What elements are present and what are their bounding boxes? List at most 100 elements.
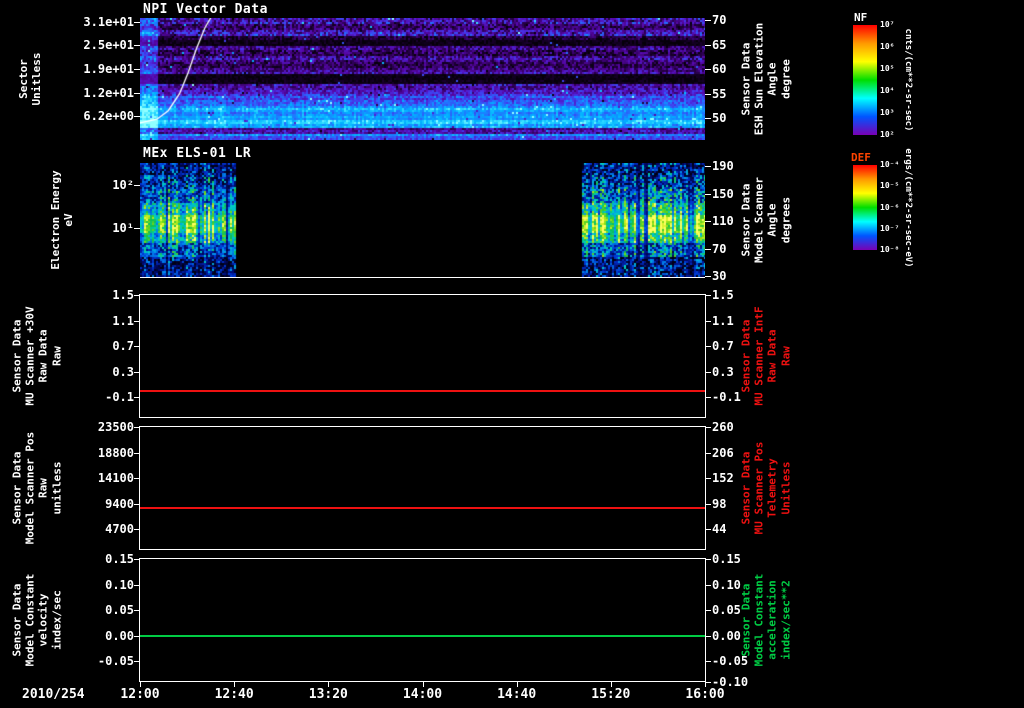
x-axis-tick-label: 14:40 [497, 687, 537, 702]
nf-colorbar-title: NF [854, 11, 868, 24]
colorbar-tick-label: 10⁵ [880, 64, 895, 73]
panel-frame [139, 558, 706, 682]
axis-tick-label: 55 [712, 86, 727, 101]
axis-tick-mark [705, 503, 711, 505]
nf-colorbar [853, 25, 877, 135]
axis-tick-label: 1.2e+01 [83, 85, 134, 100]
axis-tick-mark [134, 227, 140, 229]
axis-tick-mark [134, 529, 140, 531]
x-axis-tick-mark [611, 682, 612, 687]
axis-tick-mark [705, 44, 711, 46]
nf-colorbar-units: cnts/(cm**2-sr-sec) [903, 28, 913, 132]
x-axis-tick-mark [234, 682, 235, 687]
axis-tick-label: 260 [712, 420, 734, 434]
mu-scanner-raw-axis-label: Sensor Data MU Scanner +30V Raw Data Raw [10, 306, 64, 406]
axis-tick-mark [705, 559, 711, 560]
axis-tick-mark [705, 69, 711, 71]
axis-tick-mark [134, 346, 140, 348]
axis-tick-label: 1.1 [712, 313, 734, 328]
axis-tick-mark [134, 371, 140, 373]
colorbar-tick-label: 10² [880, 130, 895, 139]
axis-tick-label: 1.9e+01 [83, 62, 134, 77]
axis-tick-mark [134, 295, 140, 296]
data-line-model-scanner-pos [140, 506, 705, 509]
axis-tick-label: 0.15 [105, 552, 134, 566]
x-axis-tick-mark [517, 682, 518, 687]
def-colorbar-title: DEF [851, 151, 871, 164]
axis-tick-mark [705, 635, 711, 637]
axis-tick-label: 0.3 [712, 364, 734, 379]
axis-tick-label: 4700 [105, 522, 134, 537]
axis-tick-label: 1.5 [712, 288, 734, 302]
x-axis-tick-mark [705, 682, 706, 687]
axis-tick-label: 1.1 [112, 313, 134, 328]
colorbar-tick-label: 10⁻⁶ [880, 202, 900, 212]
axis-tick-label: 65 [712, 37, 727, 52]
axis-tick-mark [134, 559, 140, 560]
x-axis-tick-label: 15:20 [591, 687, 631, 702]
def-colorbar-units: ergs/(cm**2-sr-sec-eV) [903, 148, 913, 268]
colorbar-tick-label: 10⁷ [880, 20, 895, 29]
plot-page: NPI Vector Data MEx ELS-01 LR Sector Uni… [0, 0, 1024, 708]
axis-tick-mark [134, 427, 140, 428]
model-scanner-pos-axis-label: Sensor Data Model Scanner Pos Raw unitle… [10, 431, 64, 545]
axis-tick-mark [705, 118, 711, 120]
axis-tick-label: 0.10 [712, 577, 741, 592]
axis-tick-label: 14100 [97, 471, 134, 486]
axis-tick-label: 0.10 [105, 577, 134, 592]
axis-tick-label: 60 [712, 62, 727, 77]
axis-tick-label: 110 [712, 214, 734, 229]
axis-tick-mark [705, 661, 711, 663]
axis-tick-mark [705, 452, 711, 454]
x-axis-date-label: 2010/254 [22, 687, 85, 702]
axis-tick-label: 3.1e+01 [83, 14, 134, 29]
axis-tick-mark [705, 346, 711, 348]
axis-tick-mark [705, 397, 711, 399]
axis-tick-mark [705, 295, 711, 296]
axis-tick-mark [705, 371, 711, 373]
def-colorbar [853, 165, 877, 250]
axis-tick-mark [705, 221, 711, 223]
axis-tick-mark [134, 21, 140, 23]
axis-tick-label: 50 [712, 111, 727, 126]
colorbar-tick-label: 10⁻⁸ [880, 245, 900, 254]
els-bottom-axis-line [140, 277, 705, 278]
x-axis-tick-label: 12:00 [120, 687, 160, 702]
x-axis-tick-label: 12:40 [214, 687, 254, 702]
x-axis-tick-mark [140, 682, 141, 687]
axis-tick-mark [134, 452, 140, 454]
axis-tick-mark [134, 610, 140, 612]
axis-tick-mark [705, 248, 711, 250]
x-axis-tick-label: 14:00 [402, 687, 443, 702]
x-axis-tick-mark [423, 682, 424, 687]
x-axis-tick-label: 16:00 [685, 687, 725, 702]
x-axis-tick-label: 13:20 [308, 687, 348, 702]
axis-tick-label: 10² [112, 177, 134, 192]
axis-tick-label: 152 [712, 471, 734, 486]
axis-tick-mark [134, 320, 140, 322]
axis-tick-mark [134, 478, 140, 480]
axis-tick-label: 9400 [105, 496, 134, 511]
axis-tick-label: 1.5 [112, 288, 134, 302]
axis-tick-mark [705, 166, 711, 168]
axis-tick-mark [134, 116, 140, 118]
panel-frame [139, 426, 706, 550]
els-spectrogram [140, 163, 705, 277]
axis-tick-mark [705, 275, 711, 277]
x-axis-tick-mark [328, 682, 329, 687]
axis-tick-label: 0.05 [105, 603, 134, 618]
axis-tick-label: 18800 [97, 445, 134, 460]
axis-tick-label: 30 [712, 268, 727, 283]
axis-tick-mark [705, 478, 711, 480]
colorbar-tick-label: 10⁻⁴ [880, 160, 900, 169]
axis-tick-label: 150 [712, 186, 734, 201]
axis-tick-label: 206 [712, 445, 734, 460]
axis-tick-mark [705, 20, 711, 22]
colorbar-tick-label: 10³ [880, 108, 895, 117]
axis-tick-mark [705, 93, 711, 95]
axis-tick-label: 23500 [97, 420, 134, 434]
axis-tick-label: 70 [712, 13, 727, 28]
data-line-mu-scanner-raw [140, 390, 705, 393]
axis-tick-label: 0.05 [712, 603, 741, 618]
axis-tick-mark [705, 320, 711, 322]
